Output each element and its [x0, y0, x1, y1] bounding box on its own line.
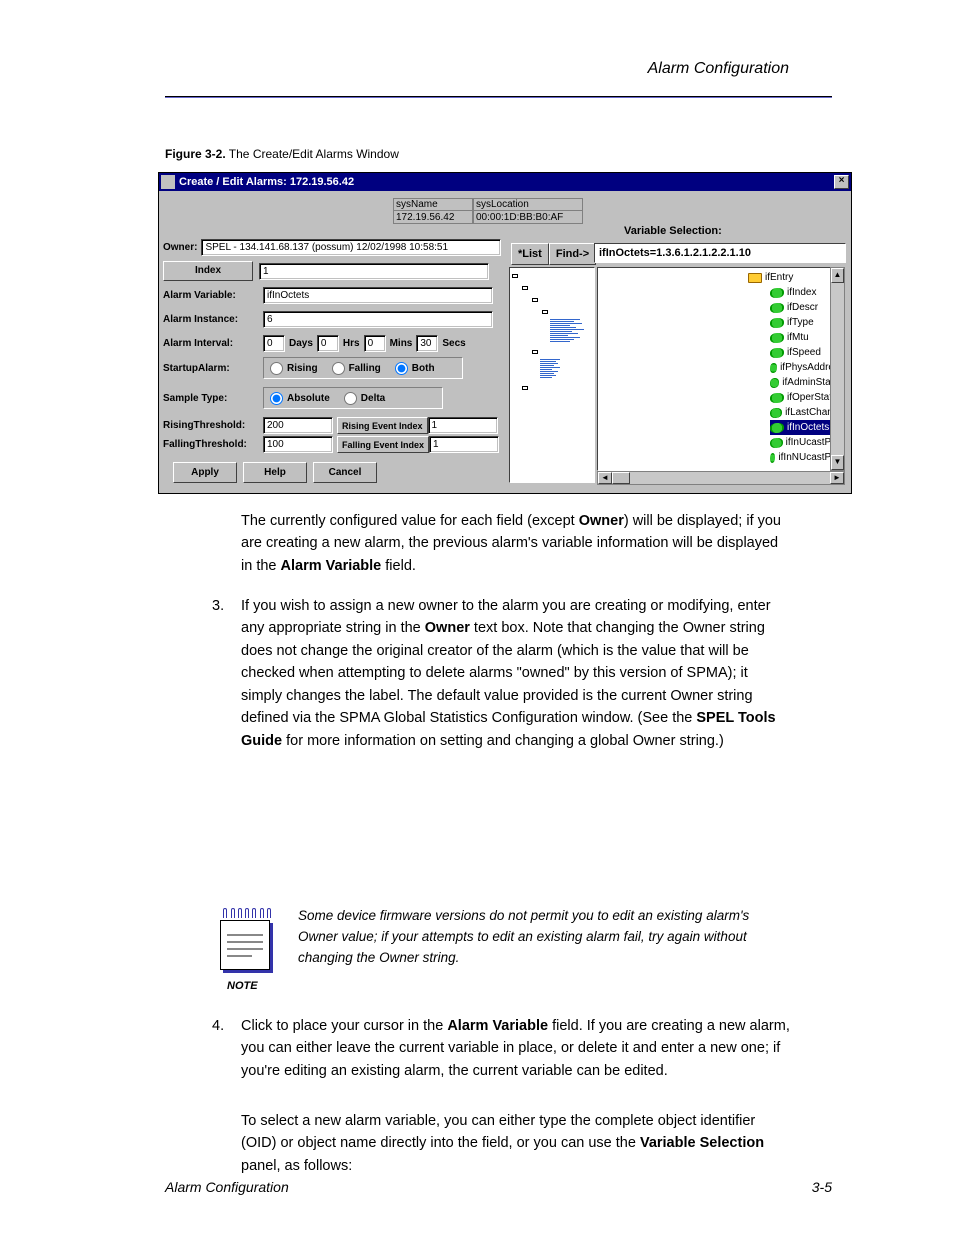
folder-icon	[748, 273, 762, 283]
leaf-icon	[770, 423, 784, 433]
owner-label: Owner:	[163, 242, 197, 253]
startup-falling-radio[interactable]: Falling	[332, 362, 381, 375]
interval-mins-input[interactable]	[364, 335, 386, 352]
apply-button[interactable]: Apply	[173, 462, 237, 483]
window-icon	[161, 175, 175, 189]
interval-days-input[interactable]	[263, 335, 285, 352]
alarm-variable-input[interactable]	[263, 287, 493, 304]
window-client: sysName 172.19.56.42 sysLocation 00:00:1…	[159, 191, 851, 493]
scroll-left-arrow-icon[interactable]: ◄	[598, 472, 612, 484]
syslocation-label: sysLocation	[473, 198, 583, 210]
scroll-thumb[interactable]	[612, 472, 630, 484]
tree-horizontal-scrollbar[interactable]: ◄ ►	[597, 471, 845, 485]
cancel-button[interactable]: Cancel	[313, 462, 377, 483]
interval-secs-input[interactable]	[416, 335, 438, 352]
index-input[interactable]	[259, 263, 489, 280]
note-label: NOTE	[227, 978, 287, 995]
interval-hrs-input[interactable]	[317, 335, 339, 352]
leaf-icon	[770, 333, 784, 343]
figure-title: The Create/Edit Alarms Window	[226, 147, 399, 161]
titlebar[interactable]: Create / Edit Alarms: 172.19.56.42 ×	[159, 173, 851, 191]
sample-delta-radio[interactable]: Delta	[344, 392, 385, 405]
index-button[interactable]: Index	[163, 261, 253, 281]
leaf-icon	[770, 303, 784, 313]
tree-vertical-scrollbar[interactable]: ▲ ▼	[830, 267, 845, 471]
falling-event-index-button[interactable]: Falling Event Index	[337, 436, 429, 453]
falling-event-index-input[interactable]	[429, 436, 499, 453]
sysname-value: 172.19.56.42	[393, 210, 473, 224]
rising-event-index-input[interactable]	[428, 417, 498, 434]
find-button[interactable]: Find->	[549, 243, 596, 265]
sample-absolute-radio[interactable]: Absolute	[270, 392, 330, 405]
figure-number: Figure 3-2.	[165, 147, 226, 161]
page-number: 3-5	[812, 1179, 832, 1195]
startup-rising-radio[interactable]: Rising	[270, 362, 318, 375]
rising-threshold-input[interactable]	[263, 417, 333, 434]
alarm-instance-label: Alarm Instance:	[163, 314, 263, 325]
startup-both-radio[interactable]: Both	[395, 362, 435, 375]
falling-threshold-label: FallingThreshold:	[163, 439, 263, 450]
window-title: Create / Edit Alarms: 172.19.56.42	[179, 176, 354, 188]
create-edit-alarms-window: Create / Edit Alarms: 172.19.56.42 × sys…	[158, 172, 852, 494]
step-4-number: 4.	[212, 1015, 234, 1037]
help-button[interactable]: Help	[243, 462, 307, 483]
scroll-down-arrow-icon[interactable]: ▼	[831, 455, 844, 470]
days-unit: Days	[285, 338, 317, 349]
footer-section-title: Alarm Configuration	[165, 1179, 289, 1195]
list-find-buttons: *List Find->	[511, 243, 596, 265]
leaf-icon	[770, 438, 783, 448]
variable-selection-label: Variable Selection:	[624, 225, 722, 237]
dialog-buttons: Apply Help Cancel	[173, 462, 377, 483]
sample-type-label: Sample Type:	[163, 393, 263, 404]
sysname-label: sysName	[393, 198, 473, 210]
para-1: The currently configured value for each …	[241, 510, 790, 577]
close-button[interactable]: ×	[834, 175, 849, 189]
leaf-icon	[770, 378, 779, 388]
falling-threshold-input[interactable]	[263, 436, 333, 453]
para-4: Click to place your cursor in the Alarm …	[241, 1015, 790, 1082]
leaf-icon	[770, 393, 784, 403]
rising-event-index-button[interactable]: Rising Event Index	[337, 417, 428, 434]
sys-info: sysName 172.19.56.42 sysLocation 00:00:1…	[393, 198, 583, 224]
rising-threshold-label: RisingThreshold:	[163, 420, 263, 431]
startup-alarm-label: StartupAlarm:	[163, 363, 263, 374]
scroll-right-arrow-icon[interactable]: ►	[830, 472, 844, 484]
leaf-icon	[770, 453, 775, 463]
header-rule	[165, 96, 832, 98]
para-5: To select a new alarm variable, you can …	[241, 1110, 790, 1177]
alarm-instance-input[interactable]	[263, 311, 493, 328]
owner-input[interactable]	[201, 239, 501, 256]
topology-pane[interactable]	[509, 267, 595, 483]
step-3-number: 3.	[212, 595, 234, 617]
leaf-icon	[770, 363, 777, 373]
hrs-unit: Hrs	[339, 338, 364, 349]
list-button[interactable]: *List	[511, 243, 549, 265]
scroll-up-arrow-icon[interactable]: ▲	[831, 268, 844, 283]
leaf-icon	[770, 408, 782, 418]
syslocation-value: 00:00:1D:BB:B0:AF	[473, 210, 583, 224]
para-2: If you wish to assign a new owner to the…	[241, 595, 790, 752]
secs-unit: Secs	[438, 338, 469, 349]
variable-selection-input[interactable]	[594, 243, 846, 263]
leaf-icon	[770, 348, 784, 358]
owner-row: Owner:	[163, 239, 501, 256]
figure-caption: Figure 3-2. The Create/Edit Alarms Windo…	[165, 147, 399, 161]
leaf-icon	[770, 288, 784, 298]
note-icon	[220, 908, 274, 970]
page-header: Alarm Configuration	[648, 60, 789, 78]
alarm-form: Index Alarm Variable: Alarm Instance: Al…	[163, 261, 503, 455]
note-text: Some device firmware versions do not per…	[298, 906, 792, 969]
mins-unit: Mins	[386, 338, 417, 349]
alarm-interval-label: Alarm Interval:	[163, 338, 263, 349]
leaf-icon	[770, 318, 784, 328]
mib-tree-pane[interactable]: ifEntryifIndexifDescrifTypeifMtuifSpeedi…	[597, 267, 845, 471]
alarm-variable-label: Alarm Variable:	[163, 290, 263, 301]
